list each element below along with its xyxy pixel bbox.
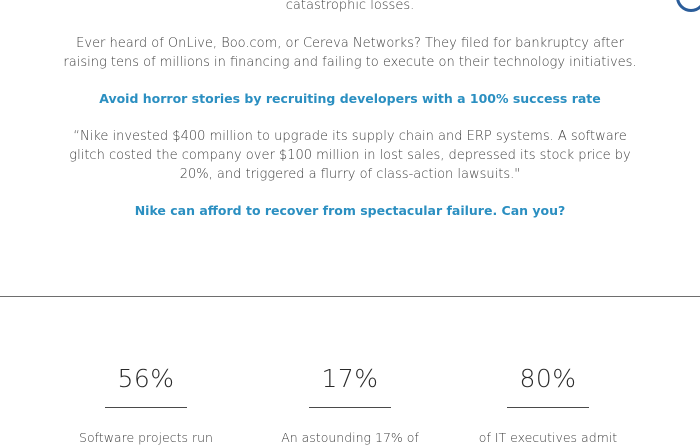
nike-quote: “Nike invested $400 million to upgrade i…	[69, 129, 631, 182]
stat-underline	[507, 407, 589, 408]
nike-callout: Nike can afford to recover from spectacu…	[134, 203, 566, 218]
stat-underline	[309, 407, 391, 408]
stat-block-80: 80% of IT executives admit	[468, 362, 628, 447]
section-divider	[0, 296, 700, 297]
intro-tail-text: catastrophic losses.	[285, 0, 415, 13]
stat-underline	[105, 407, 187, 408]
stat-block-17: 17% An astounding 17% of	[270, 362, 430, 447]
history-paragraph: Ever heard of OnLive, Boo.com, or Cereva…	[63, 36, 637, 70]
stat-block-56: 56% Software projects run	[66, 362, 226, 447]
stat-caption: of IT executives admit	[478, 430, 618, 445]
stat-value: 80%	[519, 364, 577, 393]
chat-bubble-icon[interactable]	[676, 0, 700, 12]
stat-caption: An astounding 17% of	[281, 430, 419, 445]
stat-caption: Software projects run	[79, 430, 213, 445]
recruit-callout: Avoid horror stories by recruiting devel…	[99, 91, 601, 106]
stat-value: 56%	[117, 364, 175, 393]
stat-value: 17%	[321, 364, 379, 393]
